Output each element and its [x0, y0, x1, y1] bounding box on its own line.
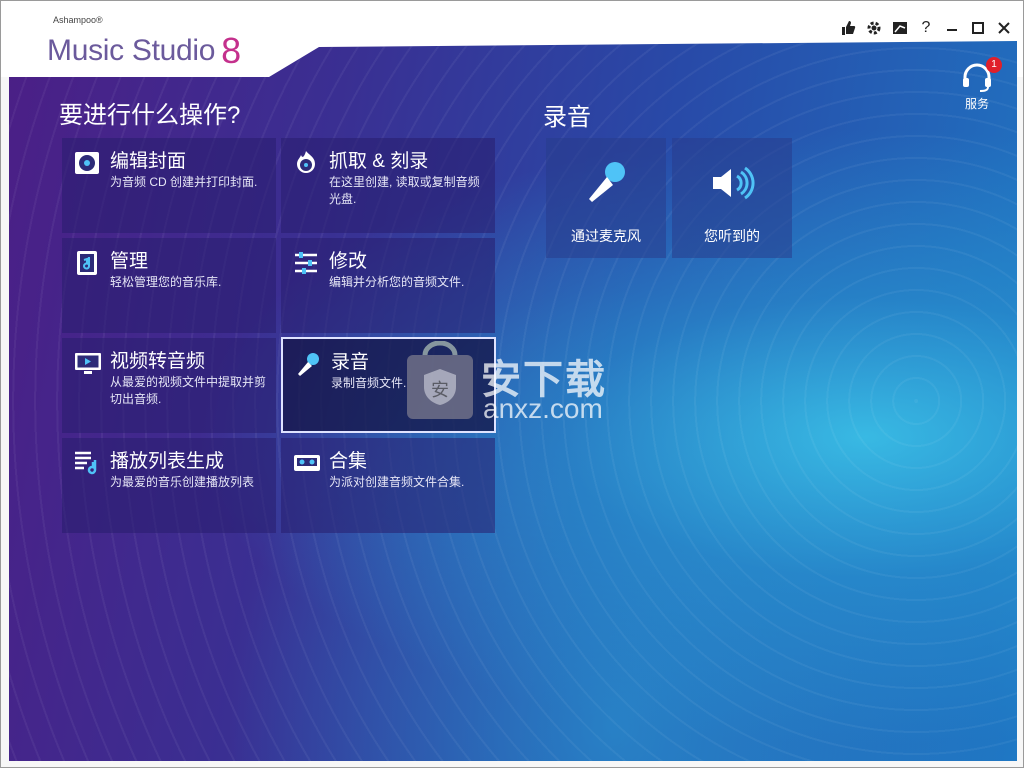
shield-bag-icon: 安 [407, 340, 473, 419]
app-window: Ashampoo® Music Studio 8 ? 1 服务 要进行什么操作?… [0, 0, 1024, 768]
playlist-icon [74, 450, 100, 476]
cd-cover-icon [74, 150, 100, 176]
help-button[interactable]: ? [915, 17, 937, 39]
tile-desc: 轻松管理您的音乐库. [110, 275, 222, 289]
close-button[interactable] [993, 17, 1015, 39]
disc-burn-icon [293, 150, 319, 176]
speaker-icon [709, 160, 755, 206]
tile-rip-burn[interactable]: 抓取 & 刻录 在这里创建, 读取或复制音频光盘. [281, 138, 495, 233]
tile-title: 抓取 & 刻录 [329, 151, 429, 172]
app-version: 8 [221, 30, 241, 71]
headset-icon: 1 [960, 57, 1002, 93]
record-what-you-hear-button[interactable]: 您听到的 [672, 138, 792, 258]
microphone-icon [295, 351, 321, 377]
minimize-button[interactable] [941, 17, 963, 39]
music-library-icon [74, 250, 100, 276]
site-watermark: 安 安下载 anxz.com [405, 340, 645, 431]
tile-title: 视频转音频 [110, 351, 206, 372]
tile-edit-cover[interactable]: 编辑封面 为音频 CD 创建并打印封面. [62, 138, 276, 233]
app-name-text: Music Studio [47, 34, 216, 67]
gear-icon[interactable] [863, 17, 885, 39]
service-button[interactable]: 1 服务 [957, 57, 1002, 112]
tile-playlist[interactable]: 播放列表生成 为最爱的音乐创建播放列表 [62, 438, 276, 533]
sliders-icon [293, 250, 319, 276]
tile-desc: 编辑并分析您的音频文件. [329, 275, 465, 289]
tile-desc: 为最爱的音乐创建播放列表 [110, 475, 255, 489]
tile-desc: 为派对创建音频文件合集. [329, 475, 465, 489]
record-what-you-hear-label: 您听到的 [704, 228, 760, 244]
brand-name: Ashampoo® [53, 15, 103, 25]
service-label: 服务 [964, 97, 989, 111]
tile-video-to-audio[interactable]: 视频转音频 从最爱的视频文件中提取并剪切出音频. [62, 338, 276, 433]
tile-modify[interactable]: 修改 编辑并分析您的音频文件. [281, 238, 495, 333]
tile-title: 合集 [329, 451, 368, 472]
tile-manage[interactable]: 管理 轻松管理您的音乐库. [62, 238, 276, 333]
microphone-icon [583, 160, 629, 206]
like-icon[interactable] [837, 17, 859, 39]
left-section-title: 要进行什么操作? [59, 102, 241, 129]
tile-desc: 为音频 CD 创建并打印封面. [110, 175, 258, 189]
right-section-title: 录音 [543, 104, 591, 131]
watermark-url: anxz.com [483, 393, 603, 424]
tile-title: 编辑封面 [110, 151, 187, 172]
tile-desc: 从最爱的视频文件中提取并剪切出音频. [110, 375, 267, 406]
tile-collection[interactable]: 合集 为派对创建音频文件合集. [281, 438, 495, 533]
tile-title: 播放列表生成 [110, 451, 225, 472]
tile-title: 修改 [329, 251, 368, 272]
record-microphone-label: 通过麦克风 [571, 228, 641, 244]
skin-icon[interactable] [889, 17, 911, 39]
window-controls: ? [837, 17, 1015, 39]
watermark-badge-text: 安 [431, 380, 449, 401]
app-name: Music Studio 8 [47, 27, 241, 71]
video-monitor-icon [74, 350, 101, 376]
tile-title: 录音 [331, 352, 370, 373]
record-microphone-button[interactable]: 通过麦克风 [546, 138, 666, 258]
maximize-button[interactable] [967, 17, 989, 39]
cassette-icon [293, 450, 320, 476]
tile-title: 管理 [110, 251, 149, 272]
tile-desc: 在这里创建, 读取或复制音频光盘. [329, 175, 480, 206]
notification-badge: 1 [986, 57, 1002, 73]
